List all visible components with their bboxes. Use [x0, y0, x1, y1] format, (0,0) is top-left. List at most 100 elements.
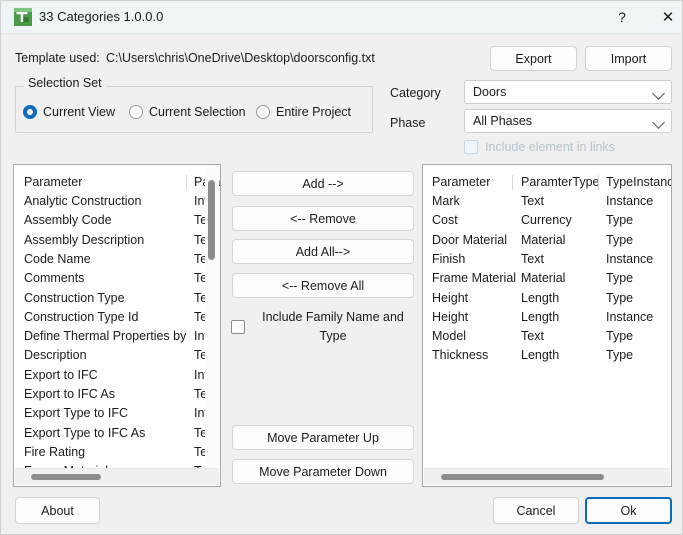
title-bar: 33 Categories 1.0.0.0 ? ✕ — [1, 1, 682, 34]
available-parameter-row[interactable]: CommentsText — [14, 269, 220, 288]
selected-parameter-column-header[interactable]: ParamterType — [521, 173, 600, 192]
selected-parameter-cell: Length — [521, 348, 560, 363]
radio-current-view[interactable]: Current View — [23, 105, 115, 119]
include-family-name-and-type-label: Include Family Name and Type — [262, 310, 404, 343]
selected-parameter-column-header[interactable]: TypeInstance — [606, 173, 671, 192]
cancel-button[interactable]: Cancel — [493, 497, 579, 524]
remove-all-button[interactable]: <-- Remove All — [232, 273, 414, 298]
close-button[interactable]: ✕ — [645, 1, 682, 33]
available-parameters-list[interactable]: ParameterParaAnalytic ConstructionInvaAs… — [13, 164, 221, 487]
selected-parameter-row[interactable]: Model Text Type — [423, 327, 671, 346]
available-parameter-row[interactable]: DescriptionText — [14, 346, 220, 365]
checkbox-box-icon — [231, 320, 245, 334]
selected-parameter-column-header[interactable]: Parameter — [432, 173, 490, 192]
radio-dot-icon — [129, 105, 143, 119]
available-parameter-cell: Description — [24, 348, 87, 363]
available-parameter-cell: Construction Type — [24, 290, 125, 305]
phase-dropdown[interactable]: All Phases — [464, 109, 672, 133]
move-parameter-down-button[interactable]: Move Parameter Down — [232, 459, 414, 484]
available-list-horizontal-scrollbar[interactable] — [15, 468, 219, 485]
checkbox-box-icon — [464, 140, 478, 154]
available-parameter-row[interactable]: Assembly CodeText — [14, 211, 220, 230]
available-parameter-row[interactable]: Export to IFCInva — [14, 366, 220, 385]
selected-parameter-header-row: Parameter ParamterType TypeInstance — [423, 173, 671, 192]
selected-parameter-cell: Type — [606, 329, 634, 344]
available-parameter-row[interactable]: Construction Type IdText — [14, 308, 220, 327]
available-parameter-cell: Assembly Description — [24, 232, 145, 247]
app-logo-icon — [14, 8, 32, 26]
remove-button[interactable]: <-- Remove — [232, 206, 414, 231]
available-parameter-cell: Comments — [24, 271, 85, 286]
available-list-vertical-scrollbar[interactable] — [205, 166, 219, 485]
phase-value: All Phases — [473, 114, 533, 128]
selected-parameter-cell: Instance — [606, 251, 654, 266]
include-element-in-links-checkbox: Include element in links — [464, 140, 615, 154]
radio-current-selection[interactable]: Current Selection — [129, 105, 246, 119]
selected-parameter-row[interactable]: Height Length Type — [423, 289, 671, 308]
radio-dot-icon — [256, 105, 270, 119]
available-parameter-row[interactable]: Export to IFC AsText — [14, 385, 220, 404]
available-parameter-cell: Export Type to IFC — [24, 406, 128, 421]
scrollbar-thumb[interactable] — [208, 180, 215, 260]
available-parameter-row[interactable]: Export Type to IFCInva — [14, 404, 220, 423]
available-list-viewport: ParameterParaAnalytic ConstructionInvaAs… — [14, 165, 220, 486]
scrollbar-thumb[interactable] — [441, 474, 604, 480]
help-button[interactable]: ? — [599, 1, 645, 33]
selected-parameter-cell: Currency — [521, 213, 572, 228]
selection-set-title: Selection Set — [24, 76, 106, 90]
available-parameter-row[interactable]: Code NameText — [14, 250, 220, 269]
selected-parameter-cell: Door Material — [432, 232, 508, 247]
available-parameter-column-header[interactable]: Parameter — [24, 173, 82, 192]
available-parameter-row[interactable]: Export Type to IFC AsText — [14, 424, 220, 443]
selected-parameter-cell: Model — [432, 329, 467, 344]
selected-parameter-cell: Type — [606, 271, 634, 286]
radio-current-selection-label: Current Selection — [149, 105, 246, 119]
move-parameter-up-button[interactable]: Move Parameter Up — [232, 425, 414, 450]
selected-parameter-cell: Type — [606, 213, 634, 228]
dialog-window: 33 Categories 1.0.0.0 ? ✕ Template used:… — [0, 0, 683, 535]
selected-parameter-row[interactable]: Cost Currency Type — [423, 211, 671, 230]
template-used-label: Template used: — [15, 51, 100, 65]
available-parameter-row[interactable]: Analytic ConstructionInva — [14, 192, 220, 211]
selected-list-horizontal-scrollbar[interactable] — [424, 468, 670, 485]
selected-parameter-row[interactable]: Height Length Instance — [423, 308, 671, 327]
selected-parameter-cell: Type — [606, 348, 634, 363]
selected-parameter-cell: Length — [521, 290, 560, 305]
available-parameter-cell: Assembly Code — [24, 213, 112, 228]
selected-parameter-row[interactable]: Finish Text Instance — [423, 250, 671, 269]
selected-parameter-cell: Length — [521, 309, 560, 324]
column-divider — [186, 174, 187, 190]
template-path-value: C:\Users\chris\OneDrive\Desktop\doorscon… — [106, 51, 375, 65]
selected-parameter-row[interactable]: Thickness Length Type — [423, 346, 671, 365]
selected-parameter-cell: Finish — [432, 251, 466, 266]
category-dropdown[interactable]: Doors — [464, 80, 672, 104]
about-button[interactable]: About — [15, 497, 100, 524]
add-button[interactable]: Add --> — [232, 171, 414, 196]
scrollbar-thumb[interactable] — [31, 474, 101, 480]
radio-entire-project[interactable]: Entire Project — [256, 105, 351, 119]
available-parameter-cell: Export Type to IFC As — [24, 425, 146, 440]
selected-parameter-cell: Text — [521, 194, 544, 208]
selected-parameter-cell: Instance — [606, 309, 654, 324]
chevron-down-icon — [652, 116, 665, 129]
phase-label: Phase — [390, 116, 426, 130]
column-divider — [598, 174, 599, 190]
selected-parameter-cell: Material — [521, 232, 566, 247]
import-button[interactable]: Import — [585, 46, 672, 71]
selected-parameter-row[interactable]: Mark Text Instance — [423, 192, 671, 211]
export-button[interactable]: Export — [490, 46, 577, 71]
selected-parameter-cell: Type — [606, 232, 634, 247]
include-family-name-and-type-checkbox[interactable]: Include Family Name and Type — [231, 308, 416, 346]
selected-parameter-row[interactable]: Door Material Material Type — [423, 231, 671, 250]
ok-button[interactable]: Ok — [585, 497, 672, 524]
available-parameter-row[interactable]: Assembly DescriptionText — [14, 231, 220, 250]
radio-current-view-label: Current View — [43, 105, 116, 119]
selected-parameters-list[interactable]: ParameterParamterTypeTypeInstanceMarkTex… — [422, 164, 672, 487]
selected-parameter-row[interactable]: Frame Material Material Type — [423, 269, 671, 288]
available-parameter-cell: Export to IFC As — [24, 387, 116, 401]
add-all-button[interactable]: Add All--> — [232, 239, 414, 264]
available-parameter-row[interactable]: Define Thermal Properties byInva — [14, 327, 220, 346]
available-parameter-row[interactable]: Fire RatingText — [14, 443, 220, 462]
available-parameter-cell: Define Thermal Properties by — [24, 329, 187, 344]
available-parameter-row[interactable]: Construction TypeText — [14, 289, 220, 308]
